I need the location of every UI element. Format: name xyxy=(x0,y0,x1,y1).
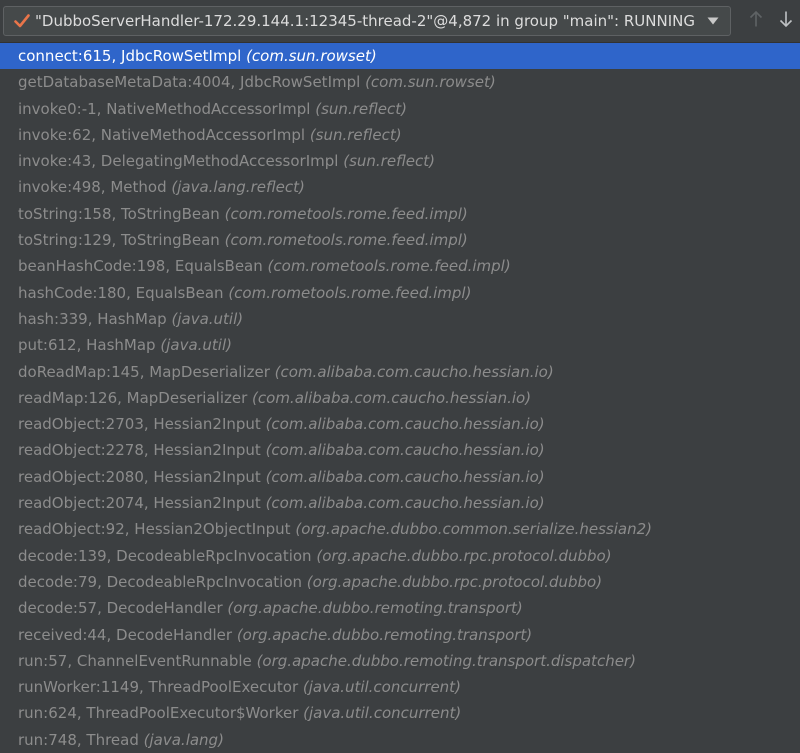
frame-method: runWorker:1149, ThreadPoolExecutor xyxy=(18,678,299,697)
stack-frame[interactable]: doReadMap:145, MapDeserializer (com.alib… xyxy=(0,359,800,385)
check-icon xyxy=(11,10,33,32)
frame-method: readObject:2074, Hessian2Input xyxy=(18,494,261,513)
frame-package: (com.sun.rowset) xyxy=(365,73,496,92)
frame-method: decode:79, DecodeableRpcInvocation xyxy=(18,572,303,591)
stack-frame[interactable]: readObject:2703, Hessian2Input (com.alib… xyxy=(0,411,800,437)
stack-frame[interactable]: readObject:2080, Hessian2Input (com.alib… xyxy=(0,464,800,490)
stack-frame[interactable]: decode:57, DecodeHandler (org.apache.dub… xyxy=(0,595,800,621)
stack-frame[interactable]: toString:129, ToStringBean (com.rometool… xyxy=(0,227,800,253)
frame-package: (org.apache.dubbo.rpc.protocol.dubbo) xyxy=(306,572,603,591)
frame-package: (org.apache.dubbo.remoting.transport.dis… xyxy=(256,651,636,670)
stack-frame[interactable]: invoke:62, NativeMethodAccessorImpl (sun… xyxy=(0,122,800,148)
stack-frame[interactable]: invoke:43, DelegatingMethodAccessorImpl … xyxy=(0,148,800,174)
frame-method: hashCode:180, EqualsBean xyxy=(18,283,224,302)
stack-frame[interactable]: hash:339, HashMap (java.util) xyxy=(0,306,800,332)
frame-method: invoke0:-1, NativeMethodAccessorImpl xyxy=(18,99,311,118)
frame-method: toString:158, ToStringBean xyxy=(18,204,220,223)
frame-package: (java.util) xyxy=(171,309,244,328)
stack-frame[interactable]: decode:139, DecodeableRpcInvocation (org… xyxy=(0,543,800,569)
stack-frame[interactable]: decode:79, DecodeableRpcInvocation (org.… xyxy=(0,569,800,595)
frame-package: (com.rometools.rome.feed.impl) xyxy=(228,283,472,302)
frame-method: connect:615, JdbcRowSetImpl xyxy=(18,47,242,65)
frame-package: (com.alibaba.com.caucho.hessian.io) xyxy=(265,494,545,513)
frame-package: (com.alibaba.com.caucho.hessian.io) xyxy=(274,362,554,381)
stack-frame[interactable]: readObject:2074, Hessian2Input (com.alib… xyxy=(0,490,800,516)
stack-frame[interactable]: run:57, ChannelEventRunnable (org.apache… xyxy=(0,648,800,674)
arrow-down-icon xyxy=(779,10,793,32)
thread-toolbar: "DubboServerHandler-172.29.144.1:12345-t… xyxy=(0,0,800,42)
thread-selector-dropdown[interactable]: "DubboServerHandler-172.29.144.1:12345-t… xyxy=(3,6,731,36)
frame-package: (sun.reflect) xyxy=(343,152,435,171)
stack-frames-list: connect:615, JdbcRowSetImpl (com.sun.row… xyxy=(0,42,800,753)
frame-package: (java.lang.reflect) xyxy=(171,178,305,197)
frame-package: (org.apache.dubbo.remoting.transport) xyxy=(236,625,533,644)
chevron-down-icon[interactable] xyxy=(704,12,722,30)
frame-method: getDatabaseMetaData:4004, JdbcRowSetImpl xyxy=(18,73,361,92)
frame-method: run:57, ChannelEventRunnable xyxy=(18,651,252,670)
frame-method: put:612, HashMap xyxy=(18,336,156,355)
frame-package: (org.apache.dubbo.common.serialize.hessi… xyxy=(295,520,653,539)
frame-method: hash:339, HashMap xyxy=(18,309,167,328)
previous-frame-button[interactable] xyxy=(744,8,768,34)
frame-package: (com.alibaba.com.caucho.hessian.io) xyxy=(252,388,532,407)
frame-package: (java.util.concurrent) xyxy=(303,704,462,723)
stack-frame[interactable]: run:748, Thread (java.lang) xyxy=(0,727,800,753)
frame-package: (com.alibaba.com.caucho.hessian.io) xyxy=(265,441,545,460)
stack-frame[interactable]: getDatabaseMetaData:4004, JdbcRowSetImpl… xyxy=(0,69,800,95)
stack-frame[interactable]: invoke:498, Method (java.lang.reflect) xyxy=(0,174,800,200)
frame-package: (com.alibaba.com.caucho.hessian.io) xyxy=(265,467,545,486)
frame-package: (java.util) xyxy=(160,336,232,355)
frame-method: beanHashCode:198, EqualsBean xyxy=(18,257,263,276)
stack-frame[interactable]: readMap:126, MapDeserializer (com.alibab… xyxy=(0,385,800,411)
stack-frame[interactable]: beanHashCode:198, EqualsBean (com.rometo… xyxy=(0,253,800,279)
frame-package: (sun.reflect) xyxy=(315,99,407,118)
stack-frame-selected[interactable]: connect:615, JdbcRowSetImpl (com.sun.row… xyxy=(0,43,800,70)
frame-package: (com.rometools.rome.feed.impl) xyxy=(224,204,468,223)
thread-selector-label: "DubboServerHandler-172.29.144.1:12345-t… xyxy=(35,12,695,30)
frame-package: (java.lang) xyxy=(143,730,224,749)
frame-method: readObject:92, Hessian2ObjectInput xyxy=(18,520,291,539)
frame-package: (com.rometools.rome.feed.impl) xyxy=(224,231,468,250)
stack-frame[interactable]: runWorker:1149, ThreadPoolExecutor (java… xyxy=(0,674,800,700)
frame-package: (org.apache.dubbo.remoting.transport) xyxy=(227,599,523,618)
frame-method: run:748, Thread xyxy=(18,730,139,749)
frame-method: readObject:2278, Hessian2Input xyxy=(18,441,261,460)
frame-method: received:44, DecodeHandler xyxy=(18,625,233,644)
frame-method: toString:129, ToStringBean xyxy=(18,231,220,250)
stack-frame[interactable]: received:44, DecodeHandler (org.apache.d… xyxy=(0,622,800,648)
frame-package: (com.sun.rowset) xyxy=(246,47,377,65)
frame-method: run:624, ThreadPoolExecutor$Worker xyxy=(18,704,299,723)
stack-frame[interactable]: toString:158, ToStringBean (com.rometool… xyxy=(0,201,800,227)
frame-method: invoke:43, DelegatingMethodAccessorImpl xyxy=(18,152,339,171)
frame-package: (com.rometools.rome.feed.impl) xyxy=(267,257,511,276)
frame-method: doReadMap:145, MapDeserializer xyxy=(18,362,270,381)
stack-frame[interactable]: invoke0:-1, NativeMethodAccessorImpl (su… xyxy=(0,96,800,122)
frame-method: invoke:498, Method xyxy=(18,178,167,197)
stack-frame[interactable]: readObject:2278, Hessian2Input (com.alib… xyxy=(0,437,800,463)
frame-method: invoke:62, NativeMethodAccessorImpl xyxy=(18,125,306,144)
frame-method: decode:139, DecodeableRpcInvocation xyxy=(18,546,312,565)
stack-frame[interactable]: hashCode:180, EqualsBean (com.rometools.… xyxy=(0,280,800,306)
stack-frame[interactable]: run:624, ThreadPoolExecutor$Worker (java… xyxy=(0,700,800,726)
frame-method: readMap:126, MapDeserializer xyxy=(18,388,248,407)
frame-package: (sun.reflect) xyxy=(309,125,402,144)
frame-package: (java.util.concurrent) xyxy=(302,678,461,697)
frame-method: decode:57, DecodeHandler xyxy=(18,599,223,618)
frame-package: (com.alibaba.com.caucho.hessian.io) xyxy=(265,415,545,434)
frame-method: readObject:2703, Hessian2Input xyxy=(18,415,261,434)
stack-frame[interactable]: put:612, HashMap (java.util) xyxy=(0,332,800,358)
frame-package: (org.apache.dubbo.rpc.protocol.dubbo) xyxy=(316,546,612,565)
arrow-up-icon xyxy=(749,10,763,32)
stack-frame[interactable]: readObject:92, Hessian2ObjectInput (org.… xyxy=(0,516,800,542)
frame-method: readObject:2080, Hessian2Input xyxy=(18,467,261,486)
next-frame-button[interactable] xyxy=(774,8,798,34)
